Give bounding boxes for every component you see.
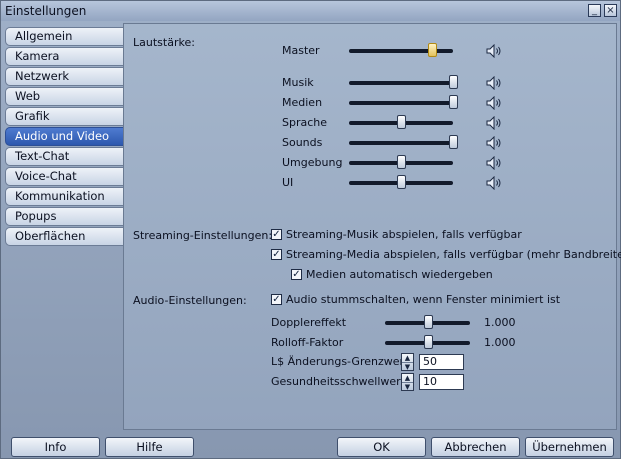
- doppler-value: 1.000: [484, 316, 516, 329]
- volume-label-medien: Medien: [282, 96, 323, 109]
- autoplay-media-label: Medien automatisch wiedergeben: [306, 268, 493, 281]
- volume-label-ui: UI: [282, 176, 294, 189]
- ok-button[interactable]: OK: [337, 437, 426, 457]
- help-button[interactable]: Hilfe: [105, 437, 194, 457]
- spinner-up-icon[interactable]: ▲: [402, 374, 413, 382]
- spinner-up-icon[interactable]: ▲: [402, 354, 413, 362]
- volume-section-label: Lautstärke:: [133, 36, 195, 49]
- rolloff-slider[interactable]: [385, 335, 470, 350]
- autoplay-media-checkbox[interactable]: ✓: [291, 269, 302, 280]
- health-label: Gesundheitsschwellwert: [271, 375, 406, 388]
- volume-slider-sounds[interactable]: [349, 135, 458, 150]
- streaming-media-label: Streaming-Media abspielen, falls verfügb…: [286, 248, 621, 261]
- doppler-slider-thumb[interactable]: [423, 315, 433, 329]
- volume-slider-ui[interactable]: [349, 175, 453, 190]
- rolloff-slider-thumb[interactable]: [423, 335, 433, 349]
- tab-audio-und-video[interactable]: Audio und Video: [5, 127, 123, 146]
- volume-slider-thumb[interactable]: [428, 43, 438, 57]
- tab-kommunikation[interactable]: Kommunikation: [5, 187, 123, 206]
- spinner-down-icon[interactable]: ▼: [402, 362, 413, 371]
- volume-slider-sprache[interactable]: [349, 115, 453, 130]
- volume-label-master: Master: [282, 44, 320, 57]
- volume-slider-thumb[interactable]: [449, 135, 458, 149]
- speaker-icon[interactable]: [486, 136, 504, 150]
- close-icon[interactable]: ×: [604, 4, 617, 17]
- volume-slider-track: [349, 101, 453, 105]
- volume-slider-track: [349, 141, 453, 145]
- doppler-label: Dopplereffekt: [271, 316, 347, 329]
- tab-text-chat[interactable]: Text-Chat: [5, 147, 123, 166]
- volume-slider-track: [349, 81, 453, 85]
- threshold-input[interactable]: 50: [419, 354, 464, 370]
- spinner-down-icon[interactable]: ▼: [402, 382, 413, 391]
- volume-label-musik: Musik: [282, 76, 314, 89]
- audio-section-label: Audio-Einstellungen:: [133, 294, 247, 307]
- volume-slider-medien[interactable]: [349, 95, 458, 110]
- audio-video-panel: Lautstärke: Master Musik Medien Sprache Soun…: [123, 23, 621, 430]
- volume-slider-thumb[interactable]: [449, 95, 458, 109]
- volume-slider-master[interactable]: [349, 43, 453, 58]
- title-bar[interactable]: Einstellungen _ ×: [1, 1, 620, 21]
- tab-voice-chat[interactable]: Voice-Chat: [5, 167, 123, 186]
- speaker-icon[interactable]: [486, 96, 504, 110]
- tab-kamera[interactable]: Kamera: [5, 47, 123, 66]
- streaming-music-checkbox[interactable]: ✓: [271, 229, 282, 240]
- window-title: Einstellungen: [5, 4, 87, 18]
- volume-slider-musik[interactable]: [349, 75, 458, 90]
- info-button[interactable]: Info: [11, 437, 100, 457]
- mute-when-minimized-label: Audio stummschalten, wenn Fenster minimi…: [286, 293, 561, 306]
- volume-slider-thumb[interactable]: [449, 75, 458, 89]
- threshold-label: L$ Änderungs-Grenzwert: [271, 355, 409, 368]
- tab-oberflaechen[interactable]: Oberflächen: [5, 227, 123, 246]
- health-spinner[interactable]: ▲ ▼: [401, 373, 414, 391]
- category-tabs: Allgemein Kamera Netzwerk Web Grafik Aud…: [5, 27, 123, 247]
- tab-allgemein[interactable]: Allgemein: [5, 27, 123, 46]
- doppler-slider[interactable]: [385, 315, 470, 330]
- speaker-icon[interactable]: [486, 176, 504, 190]
- cancel-button[interactable]: Abbrechen: [431, 437, 520, 457]
- preferences-window: Einstellungen _ × Allgemein Kamera Netzw…: [0, 0, 621, 459]
- mute-when-minimized-checkbox[interactable]: ✓: [271, 294, 282, 305]
- speaker-icon[interactable]: [486, 44, 504, 58]
- volume-label-sprache: Sprache: [282, 116, 328, 129]
- minimize-icon[interactable]: _: [588, 4, 601, 17]
- volume-slider-thumb[interactable]: [397, 175, 406, 189]
- speaker-icon[interactable]: [486, 116, 504, 130]
- speaker-icon[interactable]: [486, 76, 504, 90]
- streaming-media-checkbox[interactable]: ✓: [271, 249, 282, 260]
- volume-slider-umgebung[interactable]: [349, 155, 453, 170]
- rolloff-value: 1.000: [484, 336, 516, 349]
- volume-label-sounds: Sounds: [282, 136, 323, 149]
- volume-slider-thumb[interactable]: [397, 115, 406, 129]
- streaming-section-label: Streaming-Einstellungen:: [133, 229, 273, 242]
- volume-slider-thumb[interactable]: [397, 155, 406, 169]
- rolloff-label: Rolloff-Faktor: [271, 336, 344, 349]
- streaming-music-label: Streaming-Musik abspielen, falls verfügb…: [286, 228, 522, 241]
- volume-slider-track: [349, 49, 453, 53]
- apply-button[interactable]: Übernehmen: [525, 437, 614, 457]
- health-input[interactable]: 10: [419, 374, 464, 390]
- speaker-icon[interactable]: [486, 156, 504, 170]
- volume-label-umgebung: Umgebung: [282, 156, 343, 169]
- tab-netzwerk[interactable]: Netzwerk: [5, 67, 123, 86]
- tab-web[interactable]: Web: [5, 87, 123, 106]
- threshold-spinner[interactable]: ▲ ▼: [401, 353, 414, 371]
- tab-grafik[interactable]: Grafik: [5, 107, 123, 126]
- tab-popups[interactable]: Popups: [5, 207, 123, 226]
